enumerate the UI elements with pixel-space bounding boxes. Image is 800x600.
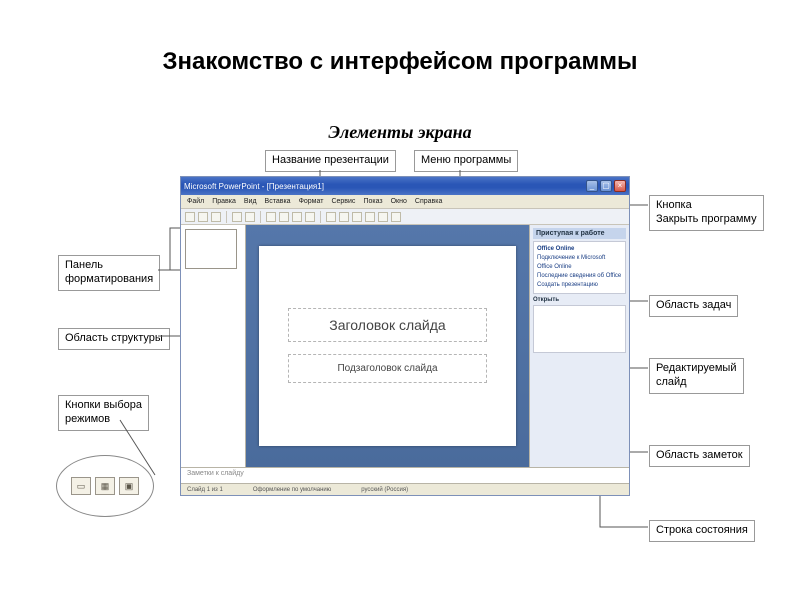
toolbar-button[interactable] bbox=[279, 212, 289, 222]
label-outline-area: Область структуры bbox=[58, 328, 170, 350]
page-title: Знакомство с интерфейсом программы bbox=[0, 48, 800, 76]
status-template: Оформление по умолчанию bbox=[253, 487, 331, 493]
label-formatting-panel: Панель форматирования bbox=[58, 255, 160, 291]
toolbar-button[interactable] bbox=[211, 212, 221, 222]
taskpane-link[interactable]: Последние сведения об Office bbox=[537, 272, 622, 281]
office-online-link[interactable]: Office Online bbox=[537, 245, 622, 254]
label-status-bar: Строка состояния bbox=[649, 520, 755, 542]
slide-subtitle-placeholder[interactable]: Подзаголовок слайда bbox=[288, 354, 488, 383]
label-close-button: Кнопка Закрыть программу bbox=[649, 195, 764, 231]
label-program-menu: Меню программы bbox=[414, 150, 518, 172]
toolbar-button[interactable] bbox=[378, 212, 388, 222]
toolbar-button[interactable] bbox=[245, 212, 255, 222]
page-subtitle: Элементы экрана bbox=[0, 122, 800, 143]
menu-item[interactable]: Вставка bbox=[265, 198, 291, 205]
status-lang: русский (Россия) bbox=[361, 487, 408, 493]
menu-item[interactable]: Показ bbox=[363, 198, 382, 205]
taskpane-header: Приступая к работе bbox=[533, 228, 626, 239]
menu-item[interactable]: Файл bbox=[187, 198, 204, 205]
slide-sorter-icon[interactable]: ▦ bbox=[95, 477, 115, 495]
menu-item[interactable]: Окно bbox=[391, 198, 407, 205]
minimize-icon[interactable]: _ bbox=[586, 180, 598, 192]
maximize-icon[interactable]: ▢ bbox=[600, 180, 612, 192]
toolbar-button[interactable] bbox=[365, 212, 375, 222]
menu-item[interactable]: Вид bbox=[244, 198, 257, 205]
notes-pane[interactable]: Заметки к слайду bbox=[181, 467, 629, 483]
slide-title-placeholder[interactable]: Заголовок слайда bbox=[288, 308, 488, 342]
menu-item[interactable]: Сервис bbox=[331, 198, 355, 205]
window-title: Microsoft PowerPoint - [Презентация1] bbox=[184, 182, 324, 191]
slide-canvas-area: Заголовок слайда Подзаголовок слайда bbox=[246, 225, 529, 467]
editable-slide[interactable]: Заголовок слайда Подзаголовок слайда bbox=[259, 246, 515, 446]
slideshow-icon[interactable]: ▣ bbox=[119, 477, 139, 495]
toolbar bbox=[181, 209, 629, 225]
close-icon[interactable]: × bbox=[614, 180, 626, 192]
menu-item[interactable]: Формат bbox=[299, 198, 324, 205]
toolbar-button[interactable] bbox=[326, 212, 336, 222]
toolbar-button[interactable] bbox=[198, 212, 208, 222]
label-notes-area: Область заметок bbox=[649, 445, 750, 467]
workspace: Заголовок слайда Подзаголовок слайда При… bbox=[181, 225, 629, 467]
menu-item[interactable]: Правка bbox=[212, 198, 236, 205]
label-task-pane: Область задач bbox=[649, 295, 738, 317]
slide-thumbnail[interactable] bbox=[185, 229, 237, 269]
label-editable-slide: Редактируемый слайд bbox=[649, 358, 744, 394]
normal-view-icon[interactable]: ▭ bbox=[71, 477, 91, 495]
toolbar-button[interactable] bbox=[185, 212, 195, 222]
taskpane-section-open: Открыть bbox=[533, 297, 626, 303]
toolbar-button[interactable] bbox=[266, 212, 276, 222]
toolbar-button[interactable] bbox=[305, 212, 315, 222]
toolbar-button[interactable] bbox=[339, 212, 349, 222]
task-pane[interactable]: Приступая к работе Office Online Подключ… bbox=[529, 225, 629, 467]
label-presentation-name: Название презентации bbox=[265, 150, 396, 172]
status-slide: Слайд 1 из 1 bbox=[187, 487, 223, 493]
title-bar: Microsoft PowerPoint - [Презентация1] _ … bbox=[181, 177, 629, 195]
taskpane-link[interactable]: Подключение к Microsoft Office Online bbox=[537, 254, 622, 272]
status-bar: Слайд 1 из 1 Оформление по умолчанию рус… bbox=[181, 483, 629, 495]
powerpoint-window: Microsoft PowerPoint - [Презентация1] _ … bbox=[180, 176, 630, 496]
outline-pane[interactable] bbox=[181, 225, 246, 467]
toolbar-button[interactable] bbox=[352, 212, 362, 222]
toolbar-button[interactable] bbox=[391, 212, 401, 222]
label-view-buttons: Кнопки выбора режимов bbox=[58, 395, 149, 431]
toolbar-button[interactable] bbox=[232, 212, 242, 222]
view-buttons-zoom: ▭ ▦ ▣ bbox=[56, 455, 154, 517]
toolbar-button[interactable] bbox=[292, 212, 302, 222]
taskpane-link[interactable]: Создать презентацию bbox=[537, 281, 622, 290]
menu-item[interactable]: Справка bbox=[415, 198, 442, 205]
menu-bar: Файл Правка Вид Вставка Формат Сервис По… bbox=[181, 195, 629, 209]
